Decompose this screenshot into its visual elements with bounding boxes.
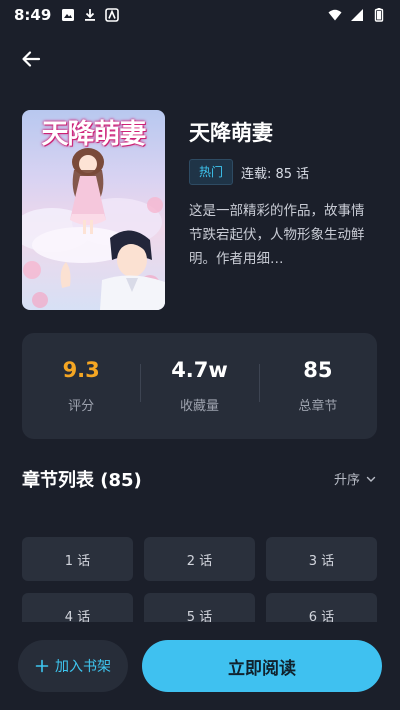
chapter-button[interactable]: 2 话 — [144, 537, 255, 581]
chapter-button[interactable]: 3 话 — [266, 537, 377, 581]
status-icons-right — [328, 8, 386, 22]
read-now-button[interactable]: 立即阅读 — [142, 640, 382, 692]
app-icon — [105, 8, 120, 22]
stats-card: 9.3 评分 4.7w 收藏量 85 总章节 — [22, 333, 377, 439]
book-description[interactable]: 这是一部精彩的作品，故事情节跌宕起伏，人物形象生动鲜明。作者用细… — [189, 199, 374, 271]
wifi-icon — [328, 9, 342, 21]
favorites-value: 4.7w — [171, 358, 228, 382]
favorites-label: 收藏量 — [179, 399, 219, 414]
arrow-left-icon — [22, 51, 41, 67]
chapter-list-title: 章节列表 (85) — [22, 470, 142, 491]
sort-label: 升序 — [333, 473, 360, 488]
plus-icon — [35, 659, 49, 673]
book-title: 天降萌妻 — [189, 121, 273, 145]
stat-chapters: 85 总章节 — [258, 358, 377, 414]
battery-icon — [374, 8, 384, 22]
status-icons-left — [61, 8, 120, 22]
rating-label: 评分 — [68, 399, 95, 414]
image-icon — [62, 9, 75, 21]
serial-status: 连载: 85 话 — [241, 167, 310, 182]
hot-badge: 热门 — [189, 159, 234, 185]
stat-rating: 9.3 评分 — [22, 358, 140, 414]
download-icon — [85, 9, 96, 21]
chapters-label: 总章节 — [298, 399, 338, 414]
add-to-shelf-label: 加入书架 — [55, 659, 111, 675]
back-button[interactable] — [16, 44, 46, 74]
chevron-down-icon — [366, 476, 376, 482]
sort-toggle[interactable]: 升序 — [334, 469, 376, 488]
chapter-button[interactable]: 1 话 — [22, 537, 133, 581]
stat-favorites: 4.7w 收藏量 — [140, 358, 258, 414]
signal-icon — [351, 9, 363, 21]
add-to-shelf-button[interactable]: 加入书架 — [18, 640, 128, 692]
chapters-value: 85 — [303, 358, 333, 382]
book-cover[interactable]: 天降萌妻 — [22, 110, 165, 310]
rating-value: 9.3 — [62, 358, 100, 382]
status-bar: 8:49 — [0, 0, 400, 30]
cover-title: 天降萌妻 — [41, 119, 147, 150]
status-time: 8:49 — [14, 6, 52, 24]
